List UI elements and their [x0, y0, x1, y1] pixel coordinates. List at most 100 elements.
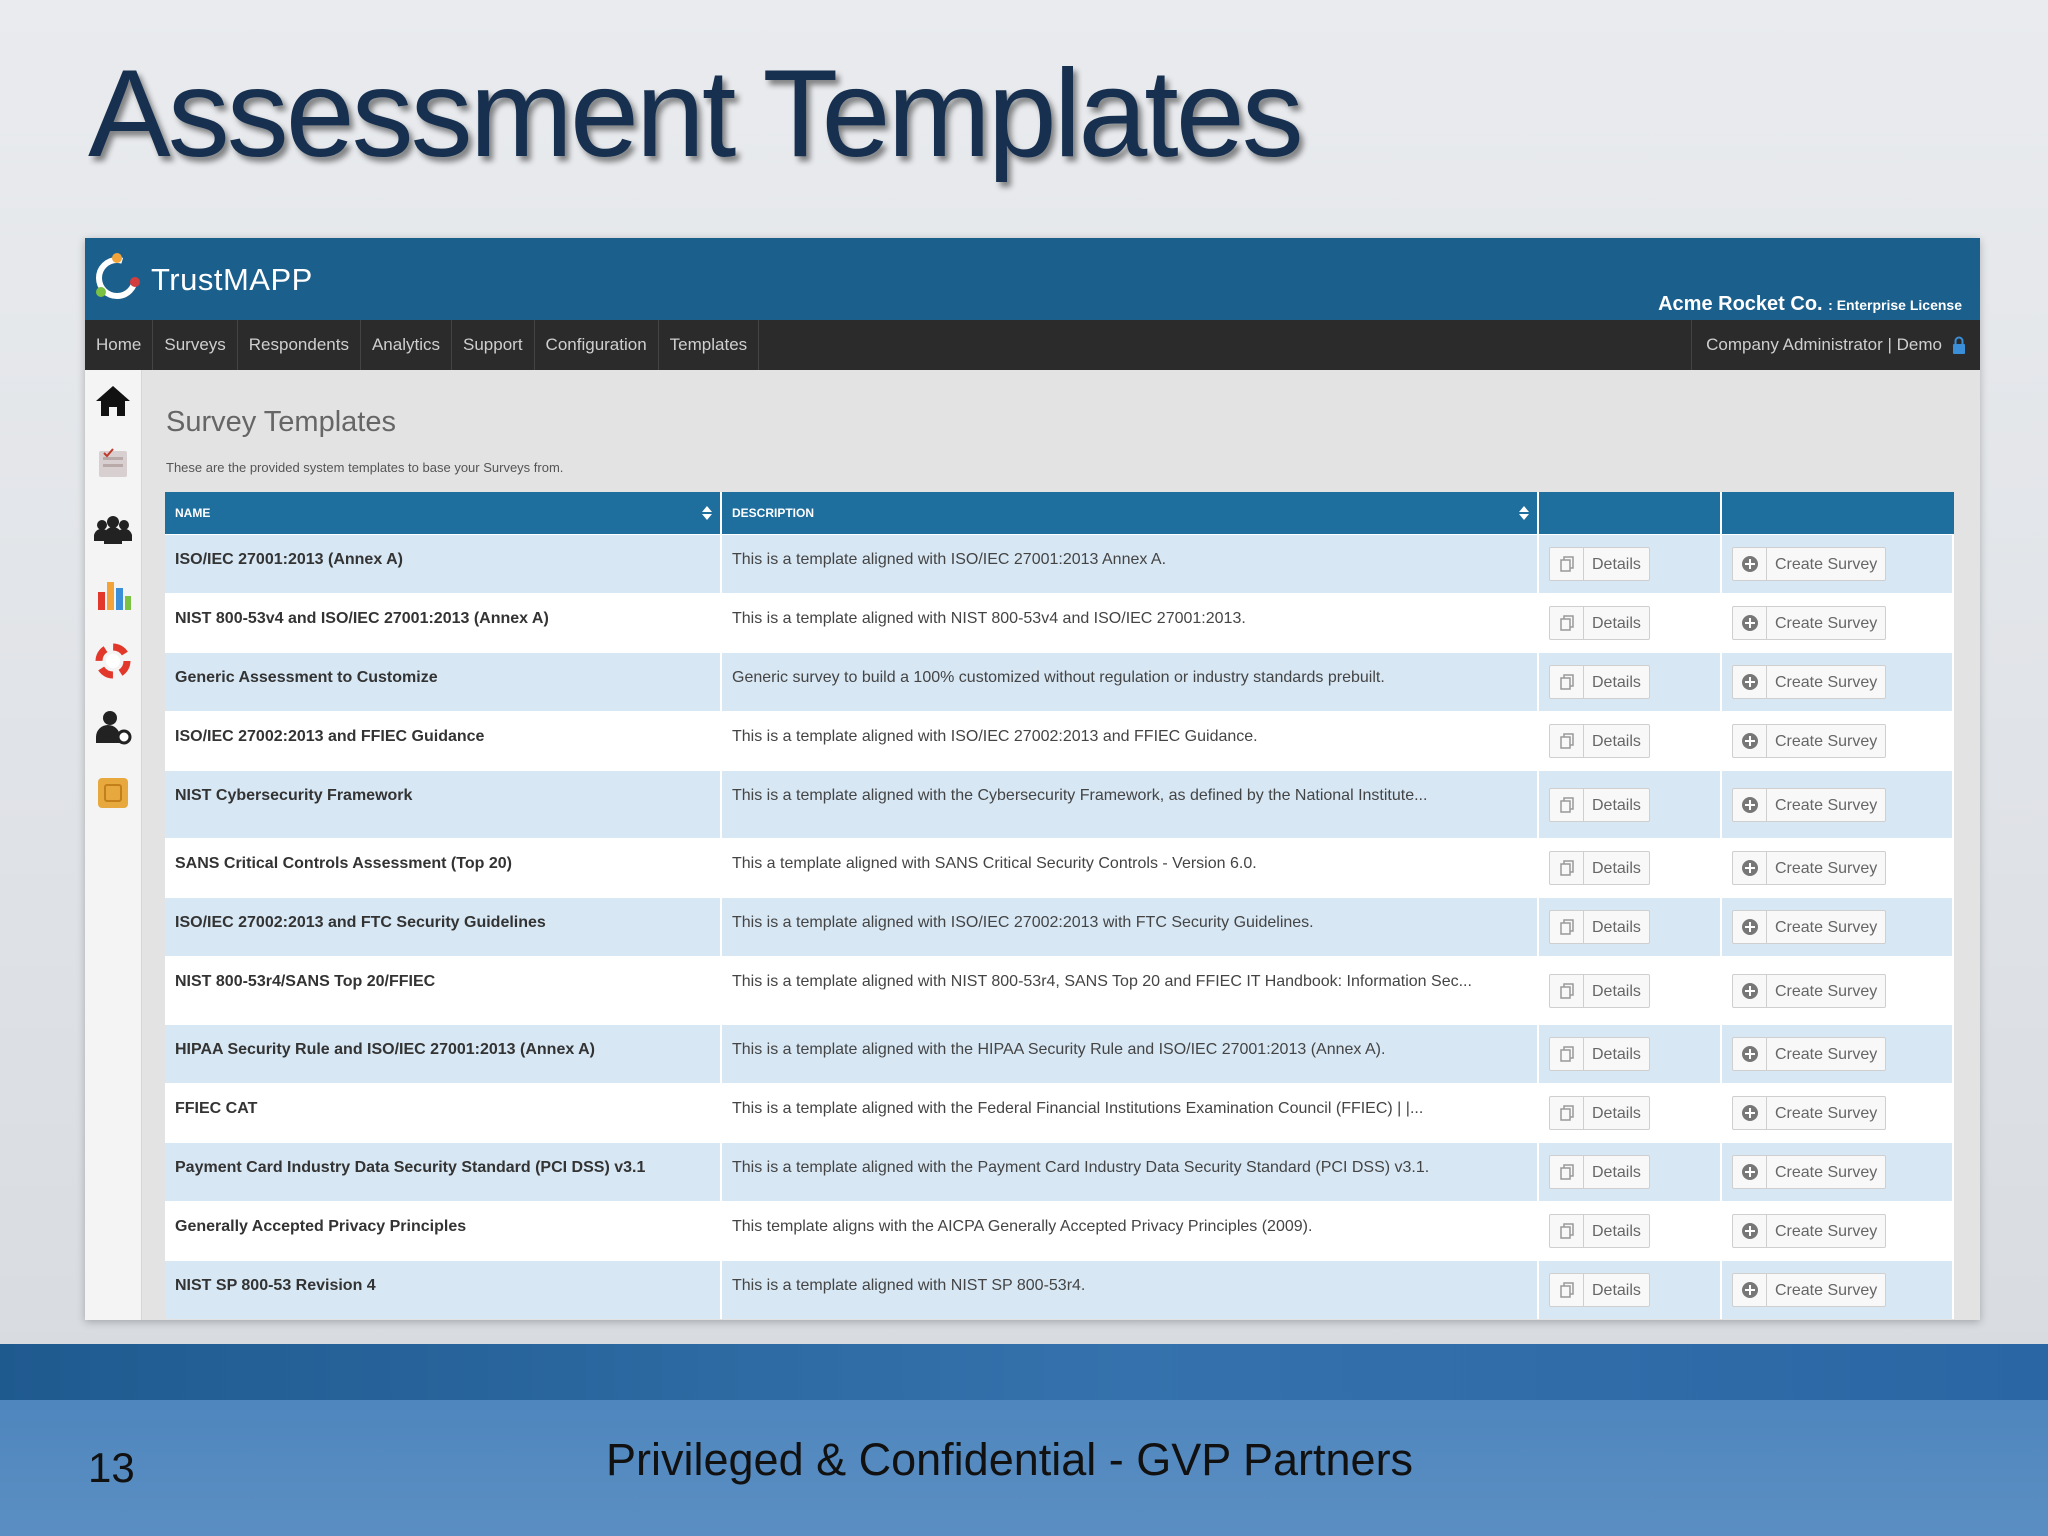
footer-band	[0, 1344, 2048, 1400]
table-row: NIST Cybersecurity Framework This is a te…	[165, 770, 1954, 838]
details-cell: Details	[1539, 1261, 1722, 1319]
table-row: FFIEC CAT This is a template aligned with…	[165, 1083, 1954, 1142]
template-name: Generic Assessment to Customize	[165, 653, 722, 711]
analytics-icon[interactable]	[92, 574, 134, 616]
respondents-icon[interactable]	[92, 508, 134, 550]
details-cell: Details	[1539, 1084, 1722, 1142]
details-button[interactable]: Details	[1549, 547, 1650, 581]
create-survey-button[interactable]: Create Survey	[1732, 910, 1887, 944]
create-cell: Create Survey	[1722, 535, 1954, 593]
page-title: Survey Templates	[166, 406, 396, 438]
details-button[interactable]: Details	[1549, 665, 1650, 699]
nav-respondents[interactable]: Respondents	[238, 320, 361, 370]
create-survey-button[interactable]: Create Survey	[1732, 1037, 1887, 1071]
table-row: Generally Accepted Privacy Principles Thi…	[165, 1201, 1954, 1260]
copy-icon	[1550, 788, 1584, 821]
main-nav: Home Surveys Respondents Analytics Suppo…	[85, 320, 1980, 370]
plus-circle-icon	[1733, 974, 1767, 1007]
create-survey-button[interactable]: Create Survey	[1732, 973, 1887, 1008]
create-cell: Create Survey	[1722, 653, 1954, 711]
details-label: Details	[1592, 1282, 1641, 1299]
details-button[interactable]: Details	[1549, 1037, 1650, 1071]
details-button[interactable]: Details	[1549, 910, 1650, 944]
template-name: FFIEC CAT	[165, 1084, 722, 1142]
support-icon[interactable]	[92, 640, 134, 682]
nav-support[interactable]: Support	[452, 320, 535, 370]
template-description: This is a template aligned with ISO/IEC …	[722, 898, 1539, 956]
details-label: Details	[1592, 860, 1641, 877]
details-label: Details	[1592, 733, 1641, 750]
copy-icon	[1550, 666, 1584, 698]
templates-icon[interactable]	[92, 772, 134, 814]
plus-circle-icon	[1733, 852, 1767, 884]
page-number: 13	[88, 1444, 135, 1491]
create-survey-button[interactable]: Create Survey	[1732, 851, 1887, 885]
template-description: This is a template aligned with ISO/IEC …	[722, 712, 1539, 770]
create-survey-button[interactable]: Create Survey	[1732, 665, 1887, 699]
lock-icon[interactable]	[1952, 336, 1966, 354]
details-button[interactable]: Details	[1549, 1273, 1650, 1307]
sort-icon[interactable]	[1519, 506, 1529, 520]
plus-circle-icon	[1733, 607, 1767, 639]
plus-circle-icon	[1733, 666, 1767, 698]
create-survey-button[interactable]: Create Survey	[1732, 1273, 1887, 1307]
column-header-description-label: DESCRIPTION	[732, 506, 815, 520]
sort-icon[interactable]	[702, 506, 712, 520]
surveys-icon[interactable]	[92, 442, 134, 484]
details-button[interactable]: Details	[1549, 1155, 1650, 1189]
details-button[interactable]: Details	[1549, 1214, 1650, 1248]
create-cell: Create Survey	[1722, 1025, 1954, 1083]
create-cell: Create Survey	[1722, 957, 1954, 1024]
user-menu[interactable]: Company Administrator | Demo	[1691, 320, 1980, 370]
nav-home[interactable]: Home	[85, 320, 154, 370]
details-button[interactable]: Details	[1549, 724, 1650, 758]
create-survey-button[interactable]: Create Survey	[1732, 547, 1887, 581]
details-cell: Details	[1539, 839, 1722, 897]
column-header-create	[1722, 492, 1954, 534]
plus-circle-icon	[1733, 1038, 1767, 1070]
template-name: NIST 800-53r4/SANS Top 20/FFIEC	[165, 957, 722, 1024]
details-cell: Details	[1539, 712, 1722, 770]
details-button[interactable]: Details	[1549, 787, 1650, 822]
create-cell: Create Survey	[1722, 1143, 1954, 1201]
details-label: Details	[1592, 674, 1641, 691]
create-cell: Create Survey	[1722, 771, 1954, 838]
create-survey-button[interactable]: Create Survey	[1732, 724, 1887, 758]
create-survey-button[interactable]: Create Survey	[1732, 787, 1887, 822]
create-survey-button[interactable]: Create Survey	[1732, 1155, 1887, 1189]
nav-templates[interactable]: Templates	[659, 320, 760, 370]
template-description: This is a template aligned with NIST 800…	[722, 594, 1539, 652]
table-row: ISO/IEC 27002:2013 and FTC Security Guid…	[165, 897, 1954, 956]
details-button[interactable]: Details	[1549, 1096, 1650, 1130]
details-button[interactable]: Details	[1549, 851, 1650, 885]
nav-analytics[interactable]: Analytics	[361, 320, 452, 370]
nav-configuration[interactable]: Configuration	[535, 320, 659, 370]
plus-circle-icon	[1733, 1156, 1767, 1188]
copy-icon	[1550, 1156, 1584, 1188]
plus-circle-icon	[1733, 788, 1767, 821]
column-header-description[interactable]: DESCRIPTION	[722, 492, 1539, 534]
details-cell: Details	[1539, 1143, 1722, 1201]
sidebar	[85, 370, 142, 1320]
nav-surveys[interactable]: Surveys	[153, 320, 238, 370]
user-settings-icon[interactable]	[92, 706, 134, 748]
details-label: Details	[1592, 1223, 1641, 1240]
template-name: ISO/IEC 27002:2013 and FFIEC Guidance	[165, 712, 722, 770]
create-cell: Create Survey	[1722, 712, 1954, 770]
home-icon[interactable]	[92, 380, 134, 422]
app-header: TrustMAPP Acme Rocket Co. : Enterprise L…	[85, 238, 1980, 320]
create-survey-button[interactable]: Create Survey	[1732, 1214, 1887, 1248]
table-header: NAME DESCRIPTION	[165, 492, 1954, 534]
create-survey-label: Create Survey	[1775, 733, 1878, 750]
copy-icon	[1550, 911, 1584, 943]
create-survey-button[interactable]: Create Survey	[1732, 1096, 1887, 1130]
table-row: ISO/IEC 27001:2013 (Annex A) This is a te…	[165, 534, 1954, 593]
templates-table: NAME DESCRIPTION ISO/IEC 27001:2013 (Ann…	[165, 492, 1954, 1319]
template-description: This is a template aligned with the Cybe…	[722, 771, 1539, 838]
create-survey-button[interactable]: Create Survey	[1732, 606, 1887, 640]
details-cell: Details	[1539, 535, 1722, 593]
details-button[interactable]: Details	[1549, 606, 1650, 640]
template-description: This is a template aligned with ISO/IEC …	[722, 535, 1539, 593]
details-button[interactable]: Details	[1549, 973, 1650, 1008]
column-header-name[interactable]: NAME	[165, 492, 722, 534]
